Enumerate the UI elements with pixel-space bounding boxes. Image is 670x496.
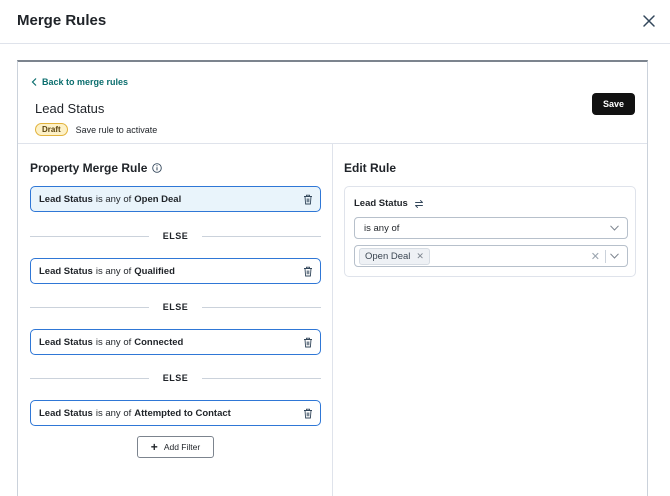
property-merge-rule-panel: Property Merge Rule Lead Status is any o… [18, 144, 333, 496]
else-divider-1: ELSE [30, 230, 322, 242]
info-icon[interactable] [152, 163, 163, 173]
selected-tag: Open Deal ✕ [359, 247, 430, 265]
rule-operator: is any of [95, 193, 132, 205]
edit-rule-card: Lead Status is any of Open Deal ✕ ✕ [344, 186, 636, 277]
swap-icon[interactable] [414, 199, 424, 209]
else-divider-2: ELSE [30, 301, 322, 313]
trash-icon[interactable] [303, 194, 313, 205]
else-divider-3: ELSE [30, 372, 322, 384]
rule-value: Attempted to Contact [134, 407, 231, 419]
rule-card-1[interactable]: Lead Status is any of Open Deal [30, 186, 321, 212]
divider-line [30, 306, 149, 308]
else-label: ELSE [162, 231, 189, 241]
chevron-down-icon[interactable] [610, 253, 619, 259]
field-label: Lead Status [354, 198, 424, 209]
rule-property: Lead Status [39, 407, 93, 419]
rule-card-3[interactable]: Lead Status is any of Connected [30, 329, 321, 355]
chevron-left-icon [31, 78, 37, 86]
rule-operator: is any of [95, 336, 132, 348]
operator-select-value: is any of [364, 222, 400, 234]
divider-line [202, 235, 322, 237]
back-link-label: Back to merge rules [42, 77, 129, 87]
panel-title-label: Property Merge Rule [30, 161, 148, 175]
status-row: Draft Save rule to activate [35, 123, 157, 136]
value-multiselect[interactable]: Open Deal ✕ ✕ [354, 245, 628, 267]
divider-line [202, 306, 322, 308]
modal-title: Merge Rules [17, 12, 107, 29]
select-separator [605, 250, 606, 263]
add-filter-button[interactable]: + Add Filter [137, 436, 214, 458]
modal-header: Merge Rules [0, 0, 670, 44]
trash-icon[interactable] [303, 337, 313, 348]
trash-icon[interactable] [303, 408, 313, 419]
panel-title-left: Property Merge Rule [30, 161, 163, 175]
panel-title-right: Edit Rule [344, 161, 397, 175]
rule-editor-frame: Back to merge rules Lead Status Draft Sa… [17, 60, 648, 496]
status-badge: Draft [35, 123, 68, 136]
remove-tag-icon[interactable]: ✕ [416, 251, 424, 262]
plus-icon: + [150, 440, 158, 454]
add-filter-label: Add Filter [163, 442, 201, 452]
field-label-text: Lead Status [354, 198, 408, 209]
divider-line [30, 235, 149, 237]
chevron-down-icon [610, 225, 619, 231]
rule-card-2[interactable]: Lead Status is any of Qualified [30, 258, 321, 284]
back-link[interactable]: Back to merge rules [31, 77, 128, 87]
rule-operator: is any of [95, 265, 132, 277]
close-icon[interactable] [640, 12, 658, 30]
else-label: ELSE [162, 302, 189, 312]
clear-icon[interactable]: ✕ [591, 250, 600, 263]
rule-header: Back to merge rules Lead Status Draft Sa… [18, 62, 647, 144]
trash-icon[interactable] [303, 266, 313, 277]
rule-card-4[interactable]: Lead Status is any of Attempted to Conta… [30, 400, 321, 426]
rule-value: Qualified [134, 265, 175, 277]
rule-operator: is any of [95, 407, 132, 419]
rule-property: Lead Status [39, 265, 93, 277]
save-button[interactable]: Save [592, 93, 635, 115]
rule-title: Lead Status [35, 101, 105, 116]
status-note: Save rule to activate [75, 124, 158, 135]
rule-property: Lead Status [39, 193, 93, 205]
divider-line [30, 377, 149, 379]
operator-select[interactable]: is any of [354, 217, 628, 239]
selected-tag-label: Open Deal [365, 250, 411, 262]
else-label: ELSE [162, 373, 189, 383]
edit-rule-panel: Edit Rule Lead Status is any of Open Dea… [333, 144, 647, 496]
divider-line [202, 377, 322, 379]
rule-value: Open Deal [134, 193, 182, 205]
rule-value: Connected [134, 336, 184, 348]
rule-property: Lead Status [39, 336, 93, 348]
